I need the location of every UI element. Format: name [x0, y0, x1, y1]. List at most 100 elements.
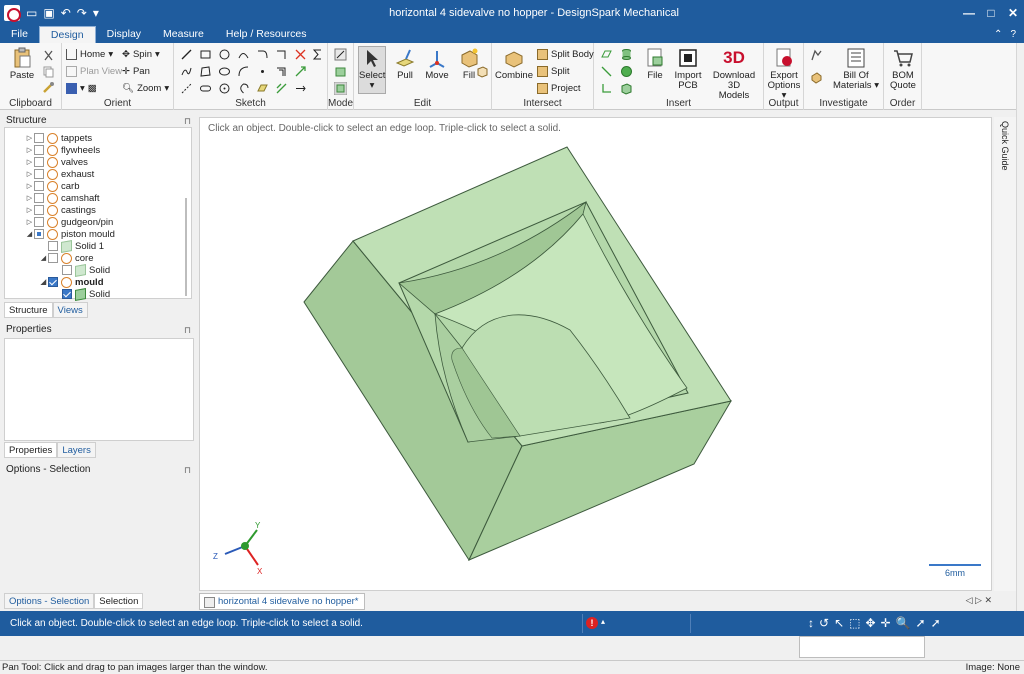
collapse-arrow-icon[interactable]: ◢ [25, 230, 34, 238]
paste-button[interactable]: Paste [8, 47, 36, 81]
tab-layers[interactable]: Layers [57, 442, 96, 458]
select-button[interactable]: Select ▾ [358, 46, 386, 94]
tree-item[interactable]: ▷ tappets [25, 132, 92, 144]
visibility-checkbox[interactable] [48, 253, 58, 263]
visibility-checkbox[interactable] [62, 265, 72, 275]
3d-mode-icon[interactable] [334, 82, 347, 95]
view-direction-alt-icon[interactable]: ➚ [931, 616, 941, 630]
split-line-icon[interactable] [294, 82, 307, 95]
spline-icon[interactable] [180, 65, 193, 78]
plan-view-button[interactable]: Plan View [66, 66, 122, 77]
tab-display[interactable]: Display [96, 26, 152, 43]
split-body-button[interactable]: Split Body [537, 49, 594, 60]
pin-icon[interactable]: ⊓ [184, 463, 191, 477]
check-geometry-icon[interactable] [810, 71, 823, 84]
cut-icon[interactable] [42, 49, 55, 62]
home-button[interactable]: Home ▾ [66, 49, 113, 60]
tab-options-selection[interactable]: Options - Selection [4, 593, 95, 609]
undo-select-icon[interactable]: ↺ [819, 616, 829, 630]
sketch-mode-icon[interactable] [334, 48, 347, 61]
ellipse-icon[interactable] [218, 65, 231, 78]
close-button[interactable]: ✕ [1002, 6, 1024, 20]
tree-item[interactable]: ▷ valves [25, 156, 88, 168]
split-button[interactable]: Split [537, 66, 569, 77]
tab-views[interactable]: Views [52, 302, 88, 318]
tree-item[interactable]: ◢ mould [39, 276, 104, 288]
tab-measure[interactable]: Measure [152, 26, 215, 43]
pin-icon[interactable]: ⊓ [184, 114, 191, 128]
document-tab-nav[interactable]: ◁ ▷ ✕ [966, 595, 992, 606]
polygon-icon[interactable] [199, 65, 212, 78]
select-pointer-icon[interactable]: ↖ [834, 616, 844, 630]
tree-item[interactable]: Solid [53, 287, 110, 301]
tree-scrollbar[interactable] [185, 198, 187, 296]
designspark-logo-icon[interactable] [4, 5, 21, 22]
view-cube-button[interactable]: ▾ ▩ [66, 83, 97, 94]
collapse-arrow-icon[interactable]: ◢ [39, 278, 48, 286]
visibility-checkbox[interactable] [34, 229, 44, 239]
pan-button[interactable]: ✛ Pan [122, 66, 150, 77]
origin-icon[interactable] [600, 82, 613, 95]
section-mode-icon[interactable] [334, 65, 347, 78]
tab-structure[interactable]: Structure [4, 302, 53, 318]
three-point-circle-icon[interactable] [218, 82, 231, 95]
tree-item[interactable]: ▷ camshaft [25, 192, 100, 204]
bom-quote-button[interactable]: BOM Quote [886, 47, 920, 91]
collapse-arrow-icon[interactable]: ◢ [39, 254, 48, 262]
copy-icon[interactable] [42, 65, 55, 78]
undo-icon[interactable]: ↶ [61, 5, 71, 21]
piston-mould-model[interactable] [303, 146, 733, 562]
slot-icon[interactable] [199, 82, 212, 95]
visibility-checkbox[interactable] [48, 241, 58, 251]
bill-of-materials-button[interactable]: Bill Of Materials ▾ [830, 47, 882, 91]
shell-icon[interactable] [476, 65, 489, 78]
tree-item[interactable]: ▷ flywheels [25, 144, 100, 156]
quick-guide-tab[interactable]: Quick Guide [994, 117, 1016, 591]
spin-tool-icon[interactable]: ✥ [865, 616, 875, 630]
spin-button[interactable]: ✥ Spin ▾ [122, 49, 160, 60]
project-button[interactable]: Project [537, 83, 581, 94]
tangent-arc-icon[interactable] [256, 48, 269, 61]
download-3d-models-button[interactable]: 3D Download 3D Models [706, 47, 762, 101]
trim-icon[interactable] [294, 48, 307, 61]
line-icon[interactable] [180, 48, 193, 61]
open-file-icon[interactable]: ▭ [26, 5, 37, 21]
point-icon[interactable] [256, 65, 269, 78]
tree-item[interactable]: ▷ carb [25, 180, 79, 192]
tree-item[interactable]: ▷ gudgeon/pin [25, 216, 113, 228]
sphere-icon[interactable] [620, 65, 633, 78]
zoom-tool-icon[interactable]: 🔍 [896, 616, 911, 630]
expand-arrow-icon[interactable]: ▷ [25, 158, 34, 166]
model-canvas[interactable]: Y X Z [200, 118, 993, 592]
visibility-checkbox[interactable] [34, 205, 44, 215]
tab-help-resources[interactable]: Help / Resources [215, 26, 318, 43]
maximize-button[interactable]: □ [980, 6, 1002, 20]
expand-arrow-icon[interactable]: ▷ [25, 134, 34, 142]
collapse-ribbon-icon[interactable]: ⌃ [994, 26, 1002, 43]
format-painter-icon[interactable] [42, 81, 55, 94]
visibility-checkbox[interactable] [34, 169, 44, 179]
three-point-arc-icon[interactable] [237, 65, 250, 78]
error-dropdown-icon[interactable]: ▴ [601, 617, 605, 626]
tree-item[interactable]: ▷ exhaust [25, 168, 94, 180]
inspect-icon[interactable] [810, 49, 823, 62]
redo-icon[interactable]: ↷ [77, 5, 87, 21]
export-options-button[interactable]: Export Options ▾ [766, 47, 802, 101]
sketch-plane-icon[interactable] [256, 82, 269, 95]
plane-icon[interactable] [600, 48, 613, 61]
insert-file-button[interactable]: File [638, 47, 672, 81]
selection-filter-icon[interactable]: ↕ [808, 616, 814, 630]
cube-icon[interactable] [620, 82, 633, 95]
visibility-checkbox[interactable] [34, 133, 44, 143]
visibility-checkbox[interactable] [34, 217, 44, 227]
visibility-checkbox[interactable] [34, 193, 44, 203]
expand-arrow-icon[interactable]: ▷ [25, 146, 34, 154]
axis-icon[interactable] [600, 65, 613, 78]
tree-item[interactable]: Solid [53, 263, 110, 277]
3d-viewport[interactable]: Click an object. Double-click to select … [199, 117, 992, 591]
minimize-button[interactable]: — [958, 6, 980, 20]
error-badge-icon[interactable]: ! [586, 617, 598, 629]
rectangle-icon[interactable] [199, 48, 212, 61]
pan-tool-icon[interactable]: ✛ [881, 616, 891, 630]
tree-item[interactable]: Solid 1 [39, 239, 104, 253]
